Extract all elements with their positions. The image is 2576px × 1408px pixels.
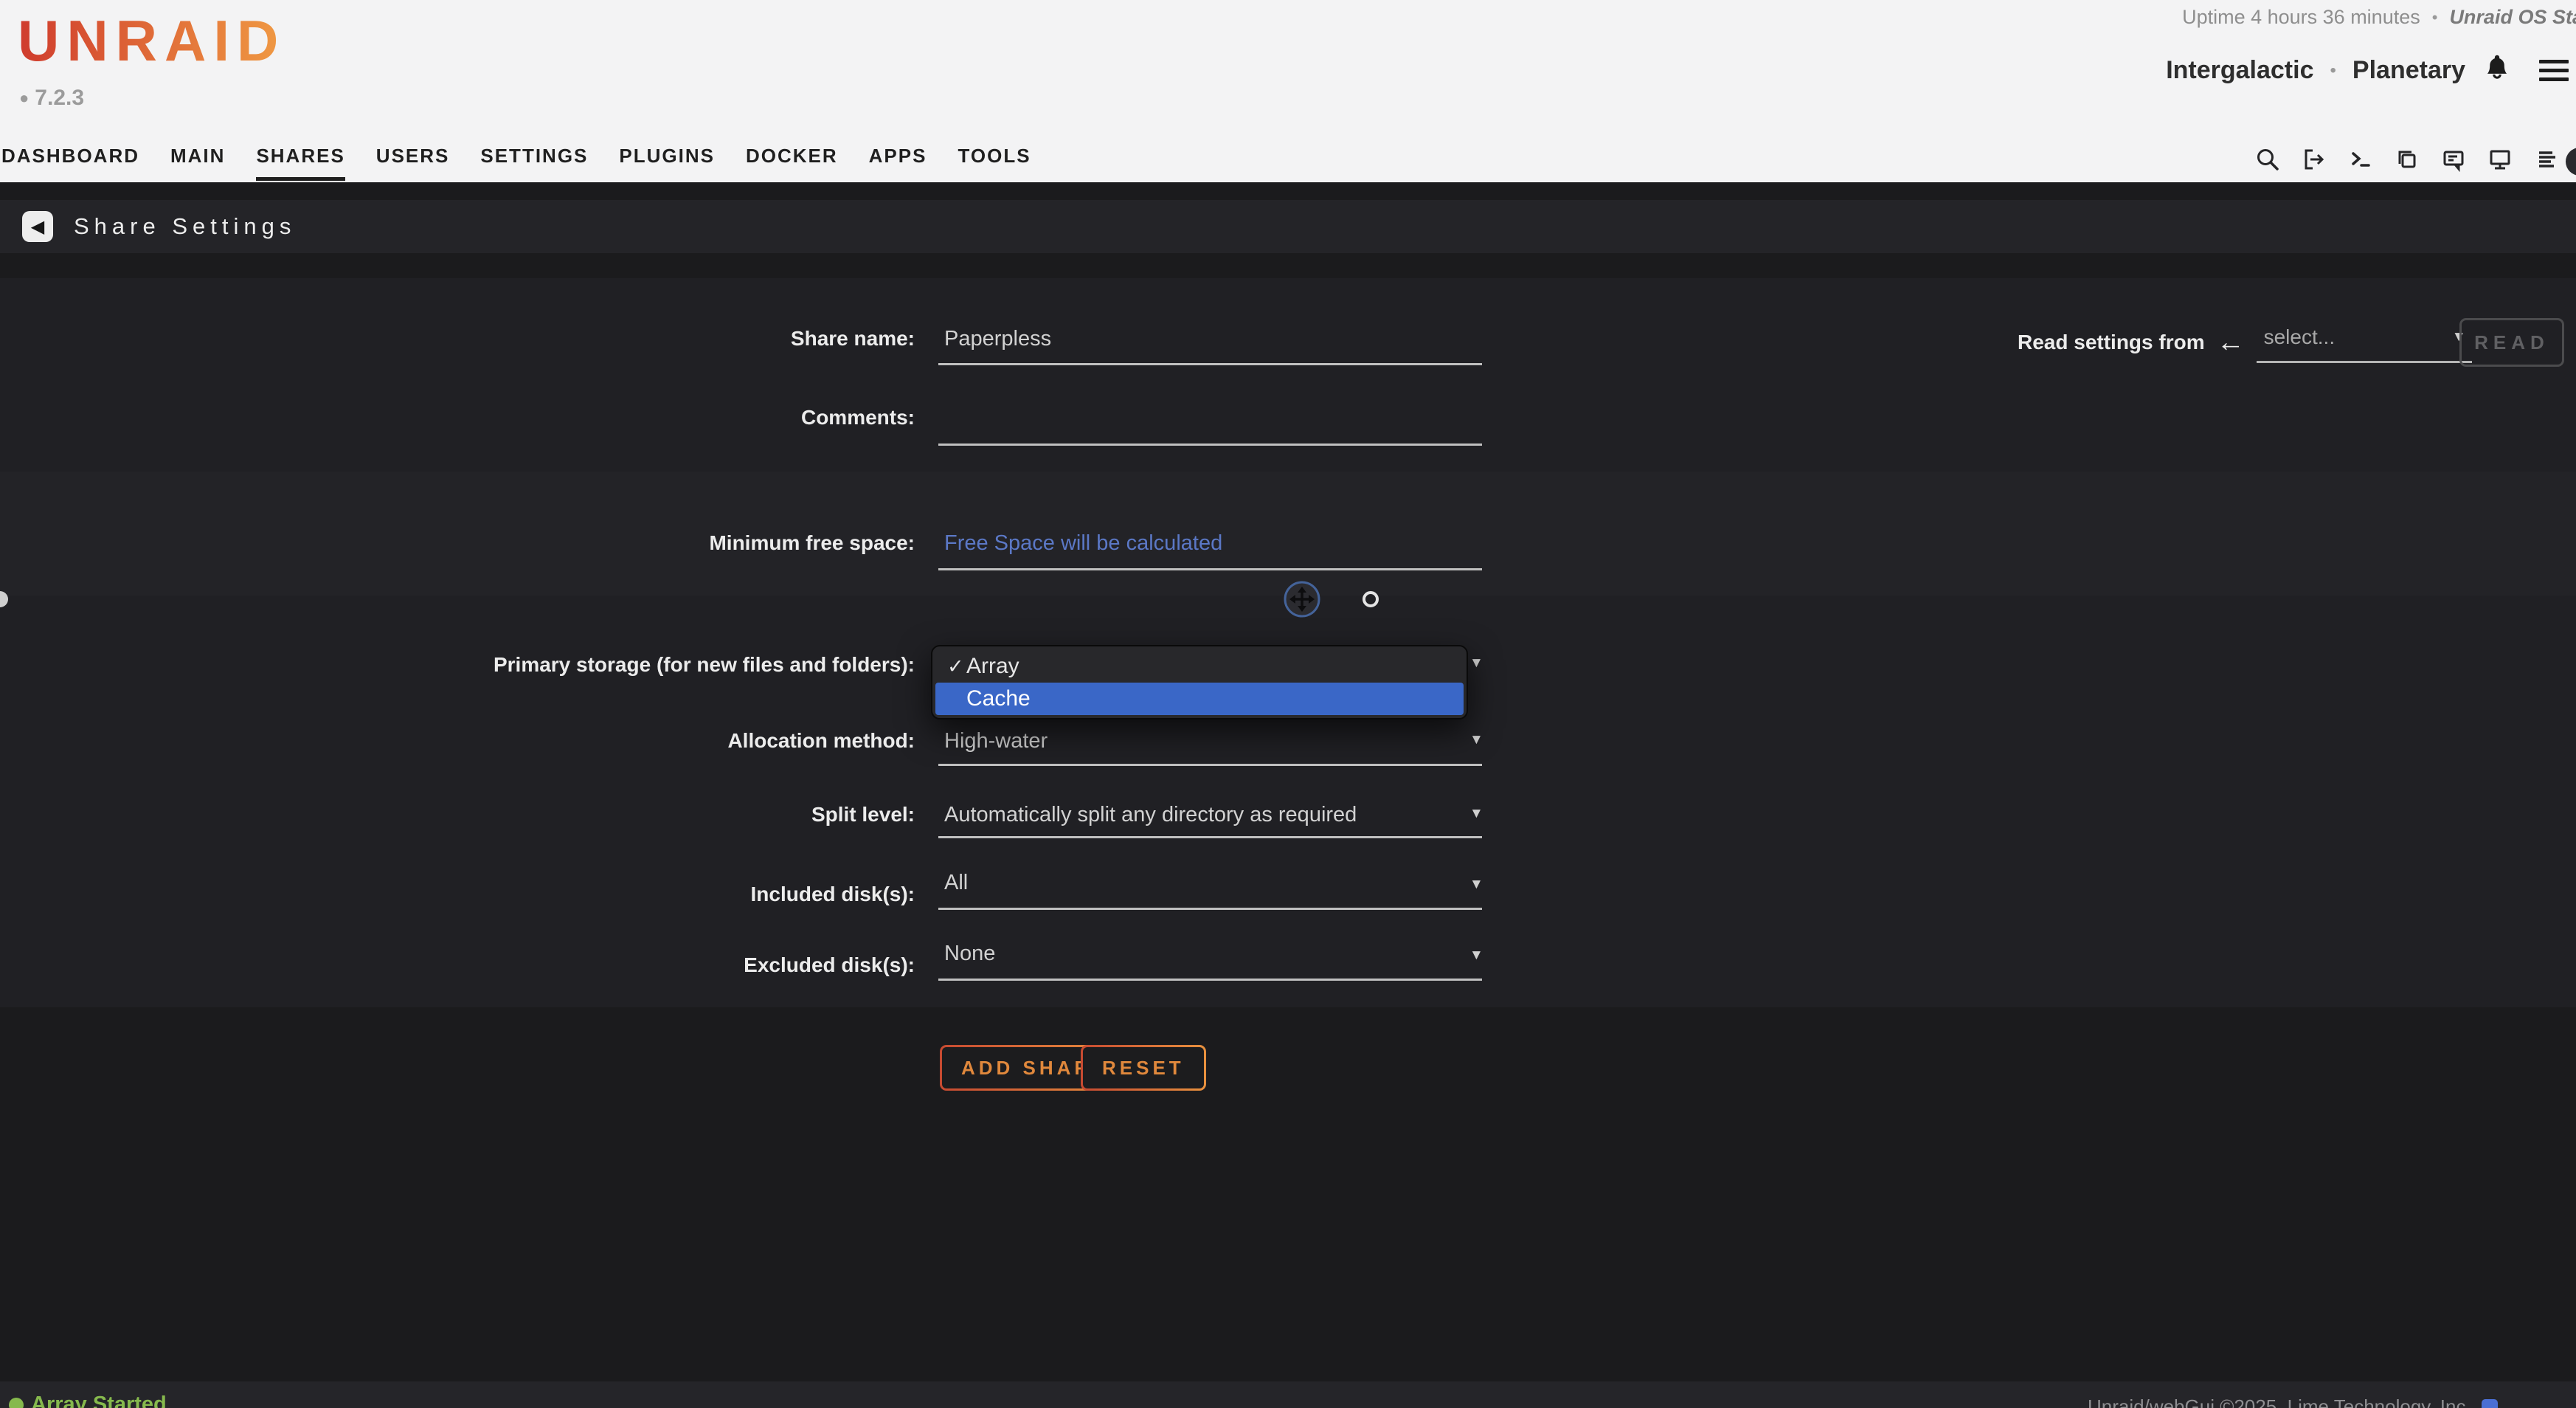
excluded-disks-label: Excluded disk(s): bbox=[0, 953, 915, 977]
nav-item-dashboard[interactable]: DASHBOARD bbox=[1, 145, 139, 172]
unraid-logo[interactable]: UNRAID bbox=[18, 7, 285, 75]
allocation-method-underline bbox=[938, 764, 1482, 766]
page-content: ◀ Share Settings Share name: Paperpless … bbox=[0, 182, 2576, 1408]
split-level-label: Split level: bbox=[0, 803, 915, 826]
read-settings-cluster: Read settings from ← select... ▼ bbox=[2018, 321, 2472, 363]
array-status: Array Started bbox=[9, 1393, 167, 1408]
primary-storage-dropdown: ✓ Array Cache bbox=[931, 645, 1468, 719]
status-dot-icon bbox=[9, 1398, 24, 1408]
search-icon[interactable] bbox=[2254, 146, 2281, 173]
main-nav: DASHBOARD MAIN SHARES USERS SETTINGS PLU… bbox=[1, 145, 1031, 172]
footer-link-icon[interactable] bbox=[2482, 1399, 2498, 1408]
nav-item-plugins[interactable]: PLUGINS bbox=[619, 145, 715, 172]
min-free-space-underline bbox=[938, 568, 1482, 570]
separator-dot-icon: • bbox=[2432, 8, 2438, 27]
os-edition-label: Unraid OS Starter bbox=[2449, 6, 2576, 29]
share-name-underline bbox=[938, 363, 1482, 365]
array-status-text: Array Started bbox=[31, 1393, 167, 1408]
included-disks-underline bbox=[938, 908, 1482, 910]
feedback-icon[interactable] bbox=[2440, 146, 2467, 173]
left-arrow-icon: ← bbox=[2217, 328, 2245, 356]
chevron-down-icon: ▼ bbox=[1469, 732, 1483, 748]
top-header: UNRAID ● 7.2.3 Uptime 4 hours 36 minutes… bbox=[0, 0, 2576, 182]
nav-item-shares[interactable]: SHARES bbox=[256, 145, 344, 172]
logout-icon[interactable] bbox=[2301, 146, 2327, 173]
excluded-disks-underline bbox=[938, 979, 1482, 981]
included-disks-select[interactable]: All bbox=[944, 871, 968, 895]
dropdown-option-array[interactable]: ✓ Array bbox=[935, 650, 1464, 683]
chevron-down-icon: ▼ bbox=[1469, 877, 1483, 893]
read-settings-select-value: select... bbox=[2264, 325, 2335, 349]
comments-underline bbox=[938, 444, 1482, 446]
page-title: Share Settings bbox=[74, 213, 296, 240]
version-text: 7.2.3 bbox=[35, 86, 84, 111]
read-settings-select[interactable]: select... ▼ bbox=[2257, 321, 2472, 363]
move-cursor-icon bbox=[1281, 579, 1323, 624]
included-disks-label: Included disk(s): bbox=[0, 883, 915, 906]
min-free-space-input[interactable]: Free Space will be calculated bbox=[944, 531, 1222, 556]
dropdown-option-label: Cache bbox=[966, 686, 1031, 711]
nav-item-users[interactable]: USERS bbox=[376, 145, 450, 172]
excluded-disks-select[interactable]: None bbox=[944, 942, 995, 966]
copy-icon[interactable] bbox=[2394, 146, 2420, 173]
log-icon[interactable] bbox=[2533, 146, 2560, 173]
reset-button[interactable]: RESET bbox=[1081, 1045, 1206, 1091]
separator-dot-icon: • bbox=[2330, 61, 2336, 81]
nav-item-settings[interactable]: SETTINGS bbox=[480, 145, 588, 172]
allocation-method-label: Allocation method: bbox=[0, 729, 915, 753]
min-free-space-label: Minimum free space: bbox=[0, 531, 915, 555]
comments-label: Comments: bbox=[0, 406, 915, 429]
reset-button-label: RESET bbox=[1083, 1047, 1204, 1088]
nav-item-apps[interactable]: APPS bbox=[869, 145, 927, 172]
uptime-text: Uptime 4 hours 36 minutes bbox=[2182, 6, 2420, 29]
split-level-underline bbox=[938, 836, 1482, 838]
remote-access-icon[interactable] bbox=[2487, 146, 2513, 173]
terminal-icon[interactable] bbox=[2347, 146, 2374, 173]
server-identity: Intergalactic • Planetary bbox=[2166, 52, 2569, 89]
server-tagline: Planetary bbox=[2352, 56, 2465, 85]
split-level-select[interactable]: Automatically split any directory as req… bbox=[944, 803, 1357, 827]
unraid-app: UNRAID ● 7.2.3 Uptime 4 hours 36 minutes… bbox=[0, 0, 2576, 1408]
uptime-line: Uptime 4 hours 36 minutes • Unraid OS St… bbox=[2182, 6, 2576, 29]
primary-storage-label: Primary storage (for new files and folde… bbox=[0, 653, 915, 677]
nav-item-docker[interactable]: DOCKER bbox=[746, 145, 838, 172]
notifications-bell-icon[interactable] bbox=[2482, 52, 2513, 89]
nav-item-main[interactable]: MAIN bbox=[170, 145, 225, 172]
profile-icon[interactable] bbox=[2566, 148, 2576, 176]
share-name-label: Share name: bbox=[0, 327, 915, 351]
circle-cursor-icon bbox=[1363, 591, 1379, 607]
server-name[interactable]: Intergalactic bbox=[2166, 56, 2313, 85]
back-arrow-icon: ◀ bbox=[31, 216, 44, 238]
chevron-down-icon: ▼ bbox=[1469, 806, 1483, 822]
page-title-bar: ◀ Share Settings bbox=[0, 200, 2576, 253]
chevron-down-icon: ▼ bbox=[1469, 655, 1483, 672]
read-settings-label: Read settings from bbox=[2018, 331, 2205, 354]
dropdown-option-label: Array bbox=[966, 654, 1019, 679]
chevron-down-icon: ▼ bbox=[1469, 948, 1483, 964]
section-band bbox=[0, 278, 2576, 472]
allocation-method-select[interactable]: High-water bbox=[944, 729, 1048, 753]
check-icon: ✓ bbox=[947, 655, 966, 678]
nav-item-tools[interactable]: TOOLS bbox=[958, 145, 1031, 172]
version-dot-icon: ● bbox=[19, 89, 29, 108]
nav-utility-icons bbox=[2254, 146, 2560, 173]
back-button[interactable]: ◀ bbox=[22, 211, 53, 242]
dropdown-option-cache[interactable]: Cache bbox=[935, 683, 1464, 715]
version-badge: ● 7.2.3 bbox=[19, 86, 84, 111]
menu-hamburger-icon[interactable] bbox=[2539, 60, 2569, 81]
share-name-input[interactable]: Paperpless bbox=[944, 327, 1051, 351]
footer-copyright: Unraid/webGui ©2025, Lime Technology, In… bbox=[2088, 1395, 2498, 1408]
read-button[interactable]: READ bbox=[2459, 318, 2564, 367]
copyright-text: Unraid/webGui ©2025, Lime Technology, In… bbox=[2088, 1395, 2471, 1408]
